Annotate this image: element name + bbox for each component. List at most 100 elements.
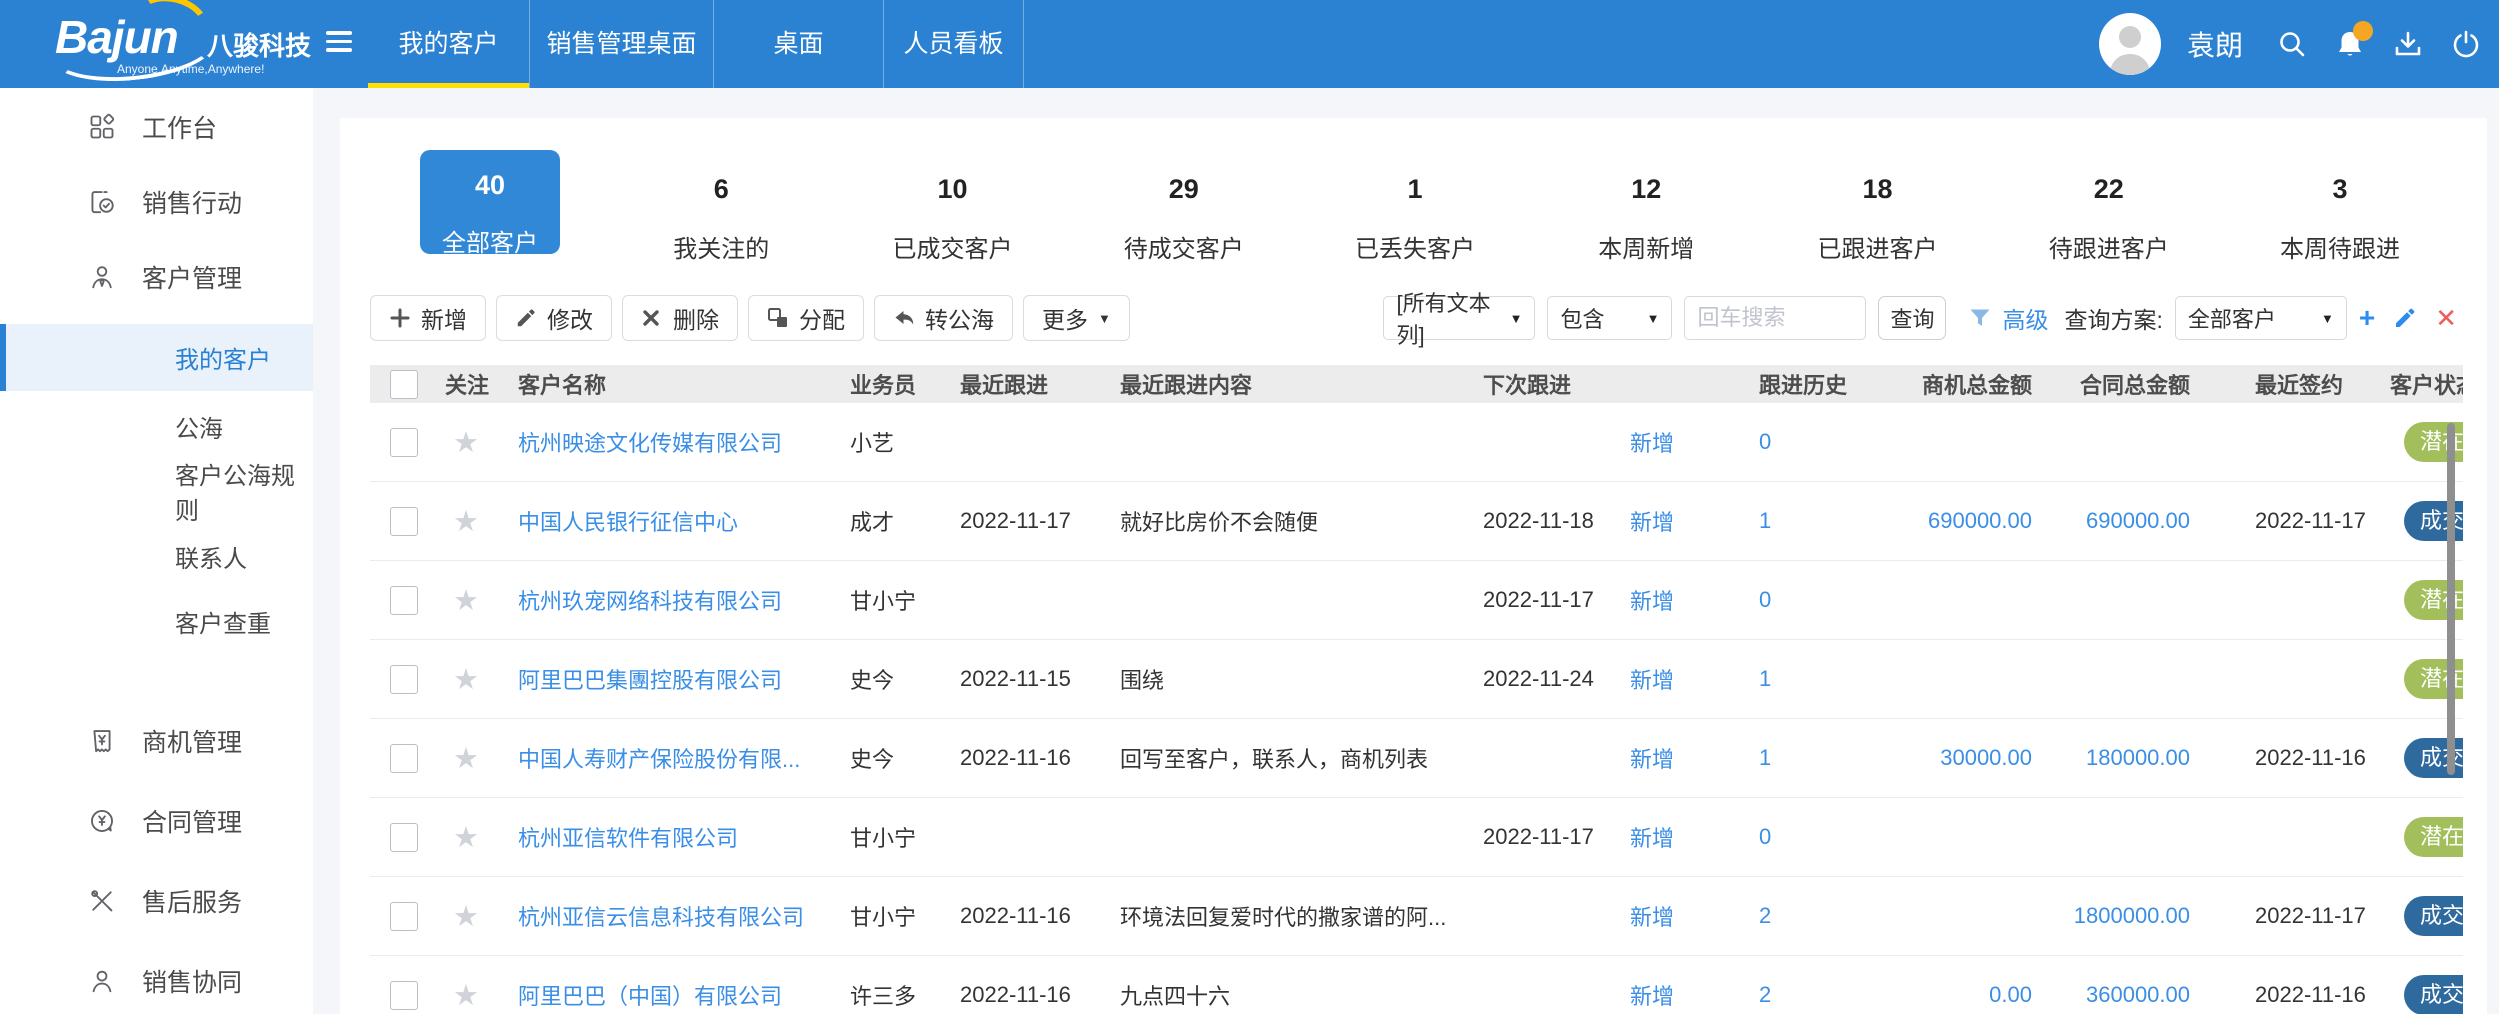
stat-card-已跟进客户[interactable]: 18已跟进客户: [1808, 150, 1948, 254]
cell-follow-history-link-text[interactable]: 1: [1759, 745, 1771, 771]
cell-contract-amount-text[interactable]: 690000.00: [2086, 508, 2190, 534]
sidebar-item-联系人[interactable]: 联系人: [0, 526, 313, 586]
cell-follow-history-link-text[interactable]: 1: [1759, 508, 1771, 534]
toolbar-button-删除[interactable]: 删除: [622, 295, 738, 341]
star-icon[interactable]: ★: [453, 820, 479, 855]
cell-follow-history-link-text[interactable]: 0: [1759, 824, 1771, 850]
cell-contract-amount-text[interactable]: 1800000.00: [2074, 903, 2190, 929]
cell-follow-history-link-text[interactable]: 0: [1759, 587, 1771, 613]
sidebar-item-销售行动[interactable]: 销售行动: [0, 174, 313, 230]
customer-name-link[interactable]: 杭州亚信软件有限公司: [518, 821, 738, 853]
cell-follow-history-link-text[interactable]: 1: [1759, 666, 1771, 692]
sidebar-item-合同管理[interactable]: 合同管理: [0, 793, 313, 849]
cell-follow-history-link-text[interactable]: 2: [1759, 982, 1771, 1008]
row-checkbox[interactable]: [390, 744, 418, 773]
tab-销售管理桌面[interactable]: 销售管理桌面: [530, 0, 714, 88]
cell-opportunity-amount-text[interactable]: 0.00: [1989, 982, 2032, 1008]
sidebar-item-客户管理[interactable]: 客户管理: [0, 249, 313, 305]
stat-card-本周新增[interactable]: 12本周新增: [1576, 150, 1716, 254]
cell-follow-history-link-text[interactable]: 2: [1759, 903, 1771, 929]
match-type-select[interactable]: 包含 ▼: [1547, 296, 1672, 340]
customer-name-link[interactable]: 中国人寿财产保险股份有限...: [518, 742, 800, 774]
sidebar-item-工作台[interactable]: 工作台: [0, 99, 313, 155]
cell-add-follow-link: 新增: [1620, 505, 1745, 537]
cell-add-follow-link-text[interactable]: 新增: [1630, 979, 1674, 1011]
sidebar-item-售后服务[interactable]: 售后服务: [0, 873, 313, 929]
edit-scheme-pencil-icon[interactable]: [2393, 306, 2417, 330]
star-icon[interactable]: ★: [453, 662, 479, 697]
cell-opportunity-amount: 690000.00: [1905, 508, 2040, 534]
star-icon[interactable]: ★: [453, 741, 479, 776]
stat-card-待跟进客户[interactable]: 22待跟进客户: [2039, 150, 2179, 254]
customer-name-link[interactable]: 杭州映途文化传媒有限公司: [518, 426, 782, 458]
cell-add-follow-link-text[interactable]: 新增: [1630, 900, 1674, 932]
sidebar-item-客户查重[interactable]: 客户查重: [0, 591, 313, 651]
star-icon[interactable]: ★: [453, 583, 479, 618]
cell-opportunity-amount-text[interactable]: 690000.00: [1928, 508, 2032, 534]
row-checkbox[interactable]: [390, 428, 418, 457]
cell-opportunity-amount-text[interactable]: 30000.00: [1940, 745, 2032, 771]
column-filter-select[interactable]: [所有文本列] ▼: [1383, 296, 1535, 340]
customer-name-link[interactable]: 杭州玖宠网络科技有限公司: [518, 584, 782, 616]
query-button[interactable]: 查询: [1878, 296, 1946, 340]
query-scheme-select[interactable]: 全部客户 ▼: [2175, 296, 2347, 340]
search-icon[interactable]: [2277, 29, 2307, 59]
add-scheme-icon[interactable]: +: [2359, 304, 2375, 332]
cell-add-follow-link-text[interactable]: 新增: [1630, 663, 1674, 695]
toolbar-button-转公海[interactable]: 转公海: [874, 295, 1013, 341]
menu-hamburger-icon[interactable]: [326, 31, 354, 57]
cell-add-follow-link-text[interactable]: 新增: [1630, 426, 1674, 458]
sidebar-item-客户公海规则[interactable]: 客户公海规则: [0, 461, 313, 521]
sidebar-item-商机管理[interactable]: 商机管理: [0, 713, 313, 769]
customer-name-link[interactable]: 阿里巴巴（中国）有限公司: [518, 979, 782, 1011]
toolbar-button-分配[interactable]: 分配: [748, 295, 864, 341]
filter-funnel-icon[interactable]: [1968, 306, 1992, 330]
notifications-bell-icon[interactable]: [2335, 29, 2365, 59]
logout-power-icon[interactable]: [2451, 29, 2481, 59]
stat-card-本周待跟进[interactable]: 3本周待跟进: [2270, 150, 2410, 254]
sidebar-item-我的客户[interactable]: 我的客户: [0, 324, 313, 391]
select-all-checkbox[interactable]: [390, 370, 418, 399]
cell-contract-amount-text[interactable]: 180000.00: [2086, 745, 2190, 771]
row-checkbox[interactable]: [390, 665, 418, 694]
star-icon[interactable]: ★: [453, 425, 479, 460]
cell-customer-name: 中国人寿财产保险股份有限...: [500, 742, 840, 774]
star-icon[interactable]: ★: [453, 978, 479, 1013]
cell-add-follow-link-text[interactable]: 新增: [1630, 742, 1674, 774]
tab-桌面[interactable]: 桌面: [714, 0, 884, 88]
stat-card-我关注的[interactable]: 6我关注的: [651, 150, 791, 254]
stat-card-已成交客户[interactable]: 10已成交客户: [883, 150, 1023, 254]
avatar[interactable]: [2099, 13, 2161, 75]
customer-name-link[interactable]: 中国人民银行征信中心: [518, 505, 738, 537]
stat-card-待成交客户[interactable]: 29待成交客户: [1114, 150, 1254, 254]
row-checkbox[interactable]: [390, 902, 418, 931]
search-input[interactable]: [1684, 296, 1866, 340]
row-checkbox[interactable]: [390, 586, 418, 615]
vertical-scrollbar-thumb[interactable]: [2447, 423, 2455, 775]
row-checkbox[interactable]: [390, 823, 418, 852]
sidebar-item-销售协同[interactable]: 销售协同: [0, 953, 313, 1009]
tab-人员看板[interactable]: 人员看板: [884, 0, 1024, 88]
sidebar-item-公海[interactable]: 公海: [0, 396, 313, 456]
cell-add-follow-link-text[interactable]: 新增: [1630, 505, 1674, 537]
star-icon[interactable]: ★: [453, 899, 479, 934]
cell-add-follow-link-text[interactable]: 新增: [1630, 821, 1674, 853]
toolbar-button-修改[interactable]: 修改: [496, 295, 612, 341]
stat-card-已丢失客户[interactable]: 1已丢失客户: [1345, 150, 1485, 254]
customer-name-link[interactable]: 杭州亚信云信息科技有限公司: [518, 900, 804, 932]
cell-contract-amount-text[interactable]: 360000.00: [2086, 982, 2190, 1008]
toolbar-button-新增[interactable]: 新增: [370, 295, 486, 341]
delete-scheme-icon[interactable]: ✕: [2435, 305, 2457, 331]
cell-follow-history-link-text[interactable]: 0: [1759, 429, 1771, 455]
download-icon[interactable]: [2393, 29, 2423, 59]
advanced-filter-link[interactable]: 高级: [2002, 301, 2048, 335]
row-checkbox[interactable]: [390, 507, 418, 536]
user-name[interactable]: 袁朗: [2187, 24, 2243, 64]
row-checkbox[interactable]: [390, 981, 418, 1010]
cell-add-follow-link-text[interactable]: 新增: [1630, 584, 1674, 616]
stat-card-全部客户[interactable]: 40全部客户: [420, 150, 560, 254]
tab-我的客户[interactable]: 我的客户: [368, 0, 530, 88]
star-icon[interactable]: ★: [453, 504, 479, 539]
customer-name-link[interactable]: 阿里巴巴集團控股有限公司: [518, 663, 782, 695]
toolbar-button-更多[interactable]: 更多▼: [1023, 295, 1130, 341]
